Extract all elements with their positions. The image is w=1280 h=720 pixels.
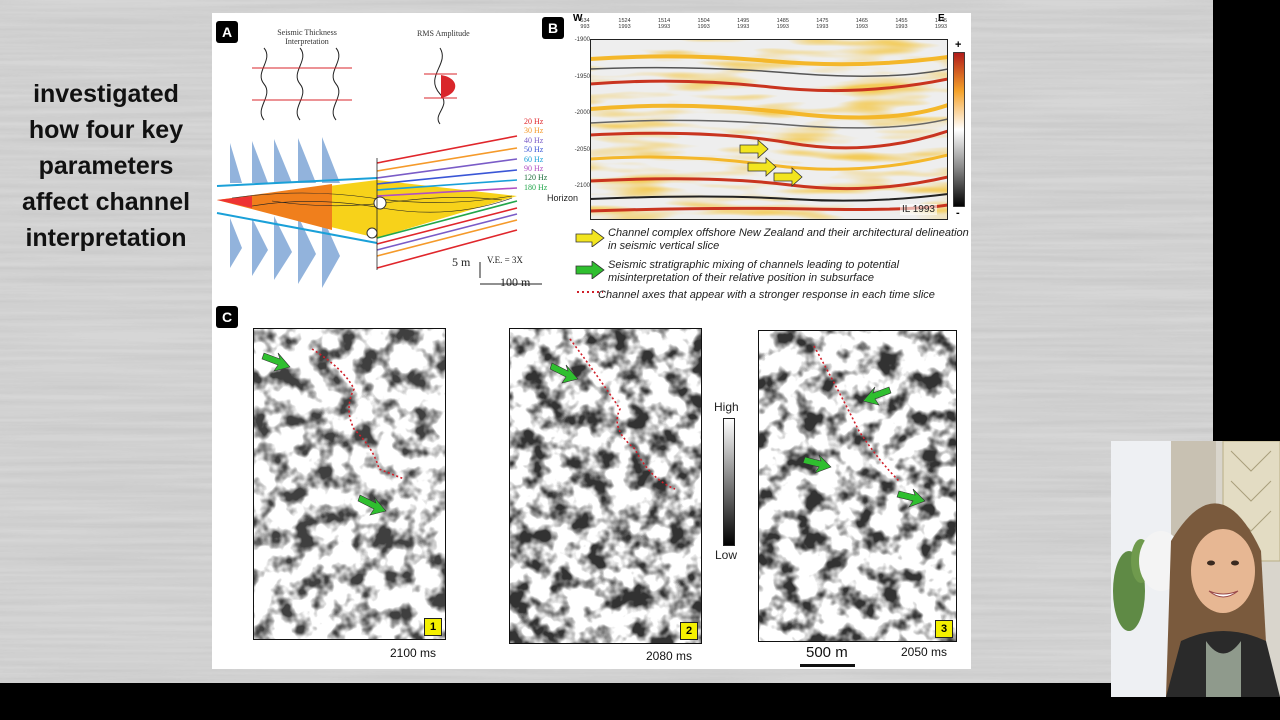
- figure-composite: A Seismic Thickness Interpretation RMS A…: [212, 13, 971, 669]
- frequency-legend: 20 Hz 30 Hz 40 Hz 50 Hz 60 Hz 90 Hz 120 …: [524, 117, 547, 192]
- time-slice-3: 3: [758, 330, 957, 642]
- freq-label: 60 Hz: [524, 154, 544, 164]
- section-top-tick: 1514 1993: [655, 18, 673, 30]
- tick-line: 1993: [895, 24, 908, 30]
- scale-vertical-label: 5 m: [452, 255, 471, 269]
- panel-a-heading-right: RMS Amplitude: [417, 29, 470, 38]
- legend: Channel complex offshore New Zealand and…: [574, 226, 971, 306]
- section-top-tick: 1524 1993: [616, 18, 634, 30]
- slide: investigated how four key parameters aff…: [0, 0, 1213, 683]
- caption-line: interpretation: [25, 224, 187, 252]
- bottom-black-bar: [0, 683, 1280, 720]
- scale-bar: [800, 664, 855, 667]
- section-top-tick: 1485 1993: [774, 18, 792, 30]
- yellow-arrow-icon: [575, 229, 605, 247]
- horizon-label: Horizon: [547, 193, 579, 203]
- time-slice-image: [759, 331, 956, 641]
- scale-ve-label: V.E. = 3X: [487, 255, 523, 265]
- panel-b-tag: B: [542, 17, 564, 39]
- freq-label: 180 Hz: [524, 182, 548, 192]
- tick-line: 1993: [737, 24, 750, 30]
- freq-label: 30 Hz: [524, 126, 544, 136]
- slice-number: 2: [680, 622, 698, 640]
- freq-label: 20 Hz: [524, 117, 544, 126]
- time-slice-image: [510, 329, 701, 643]
- caption-line: how four key: [28, 116, 184, 144]
- slice-time-label: 2080 ms: [646, 649, 693, 663]
- section-top-tick: 1504 1993: [695, 18, 713, 30]
- colorbar-low-label: Low: [715, 548, 738, 562]
- depth-tick: -2000: [574, 110, 590, 116]
- caption-line: affect channel: [21, 188, 191, 216]
- depth-tick: -1950: [574, 74, 590, 80]
- presenter-video: [1111, 441, 1280, 697]
- slice-number: 3: [935, 620, 953, 638]
- webcam-overlay: [1111, 441, 1280, 697]
- tick-line: 1993: [934, 24, 948, 30]
- slice-number: 1: [424, 618, 442, 636]
- slice-time-label: 2050 ms: [901, 645, 948, 659]
- slice-colorbar: [723, 418, 735, 546]
- slide-caption: investigated how four key parameters aff…: [8, 76, 204, 256]
- section-top-tick: 1455 1993: [892, 18, 910, 30]
- colorbar-high-label: High: [714, 400, 739, 414]
- scale-bar-label: 500 m: [806, 644, 848, 661]
- legend-text: Seismic stratigraphic mixing of channels…: [608, 259, 900, 284]
- section-top-tick: 1445 1993: [932, 18, 950, 30]
- section-top-tick: 534 993: [576, 18, 594, 30]
- depth-tick: -2050: [574, 147, 590, 153]
- section-top-ticks: 534 993 1524 1993 1514 1993 1504 1993 1495 1993 14…: [580, 18, 947, 36]
- depth-tick: -2100: [574, 183, 590, 189]
- freq-label: 120 Hz: [524, 173, 548, 183]
- depth-tick: -1900: [574, 37, 590, 43]
- tick-line: 1993: [697, 24, 710, 30]
- green-arrow-icon: [575, 261, 605, 279]
- section-top-tick: 1495 1993: [734, 18, 752, 30]
- legend-text: Channel complex offshore New Zealand and…: [608, 227, 969, 252]
- amplitude-colorbar: [953, 52, 965, 207]
- tick-line: 993: [580, 24, 590, 30]
- time-slice-image: [254, 329, 445, 639]
- seismic-section-image: [590, 39, 948, 220]
- tick-line: 1993: [816, 24, 829, 30]
- scale-horizontal-label: 100 m: [500, 275, 531, 289]
- tick-line: 1993: [855, 24, 868, 30]
- legend-text: Channel axes that appear with a stronger…: [598, 289, 935, 301]
- depth-axis: -1900 -1950 -2000 -2050 -2100: [564, 37, 590, 217]
- caption-line: parameters: [38, 152, 174, 180]
- time-slice-2: 2: [509, 328, 702, 644]
- inline-label: IL 1993: [900, 204, 937, 215]
- freq-label: 40 Hz: [524, 135, 544, 145]
- time-slice-1: 1: [253, 328, 446, 640]
- section-top-tick: 1465 1993: [853, 18, 871, 30]
- freq-label: 50 Hz: [524, 145, 544, 155]
- tick-line: 1993: [618, 24, 631, 30]
- tick-line: 1993: [776, 24, 789, 30]
- freq-label: 90 Hz: [524, 164, 544, 174]
- panel-c-tag: C: [216, 306, 238, 328]
- caption-line: investigated: [33, 80, 179, 108]
- tick-line: 1993: [657, 24, 671, 30]
- slice-time-label: 2100 ms: [390, 646, 437, 660]
- colorbar-plus: +: [955, 39, 962, 51]
- section-top-tick: 1475 1993: [813, 18, 831, 30]
- colorbar-minus: -: [956, 207, 960, 219]
- heading-left-line: Seismic Thickness: [277, 28, 337, 37]
